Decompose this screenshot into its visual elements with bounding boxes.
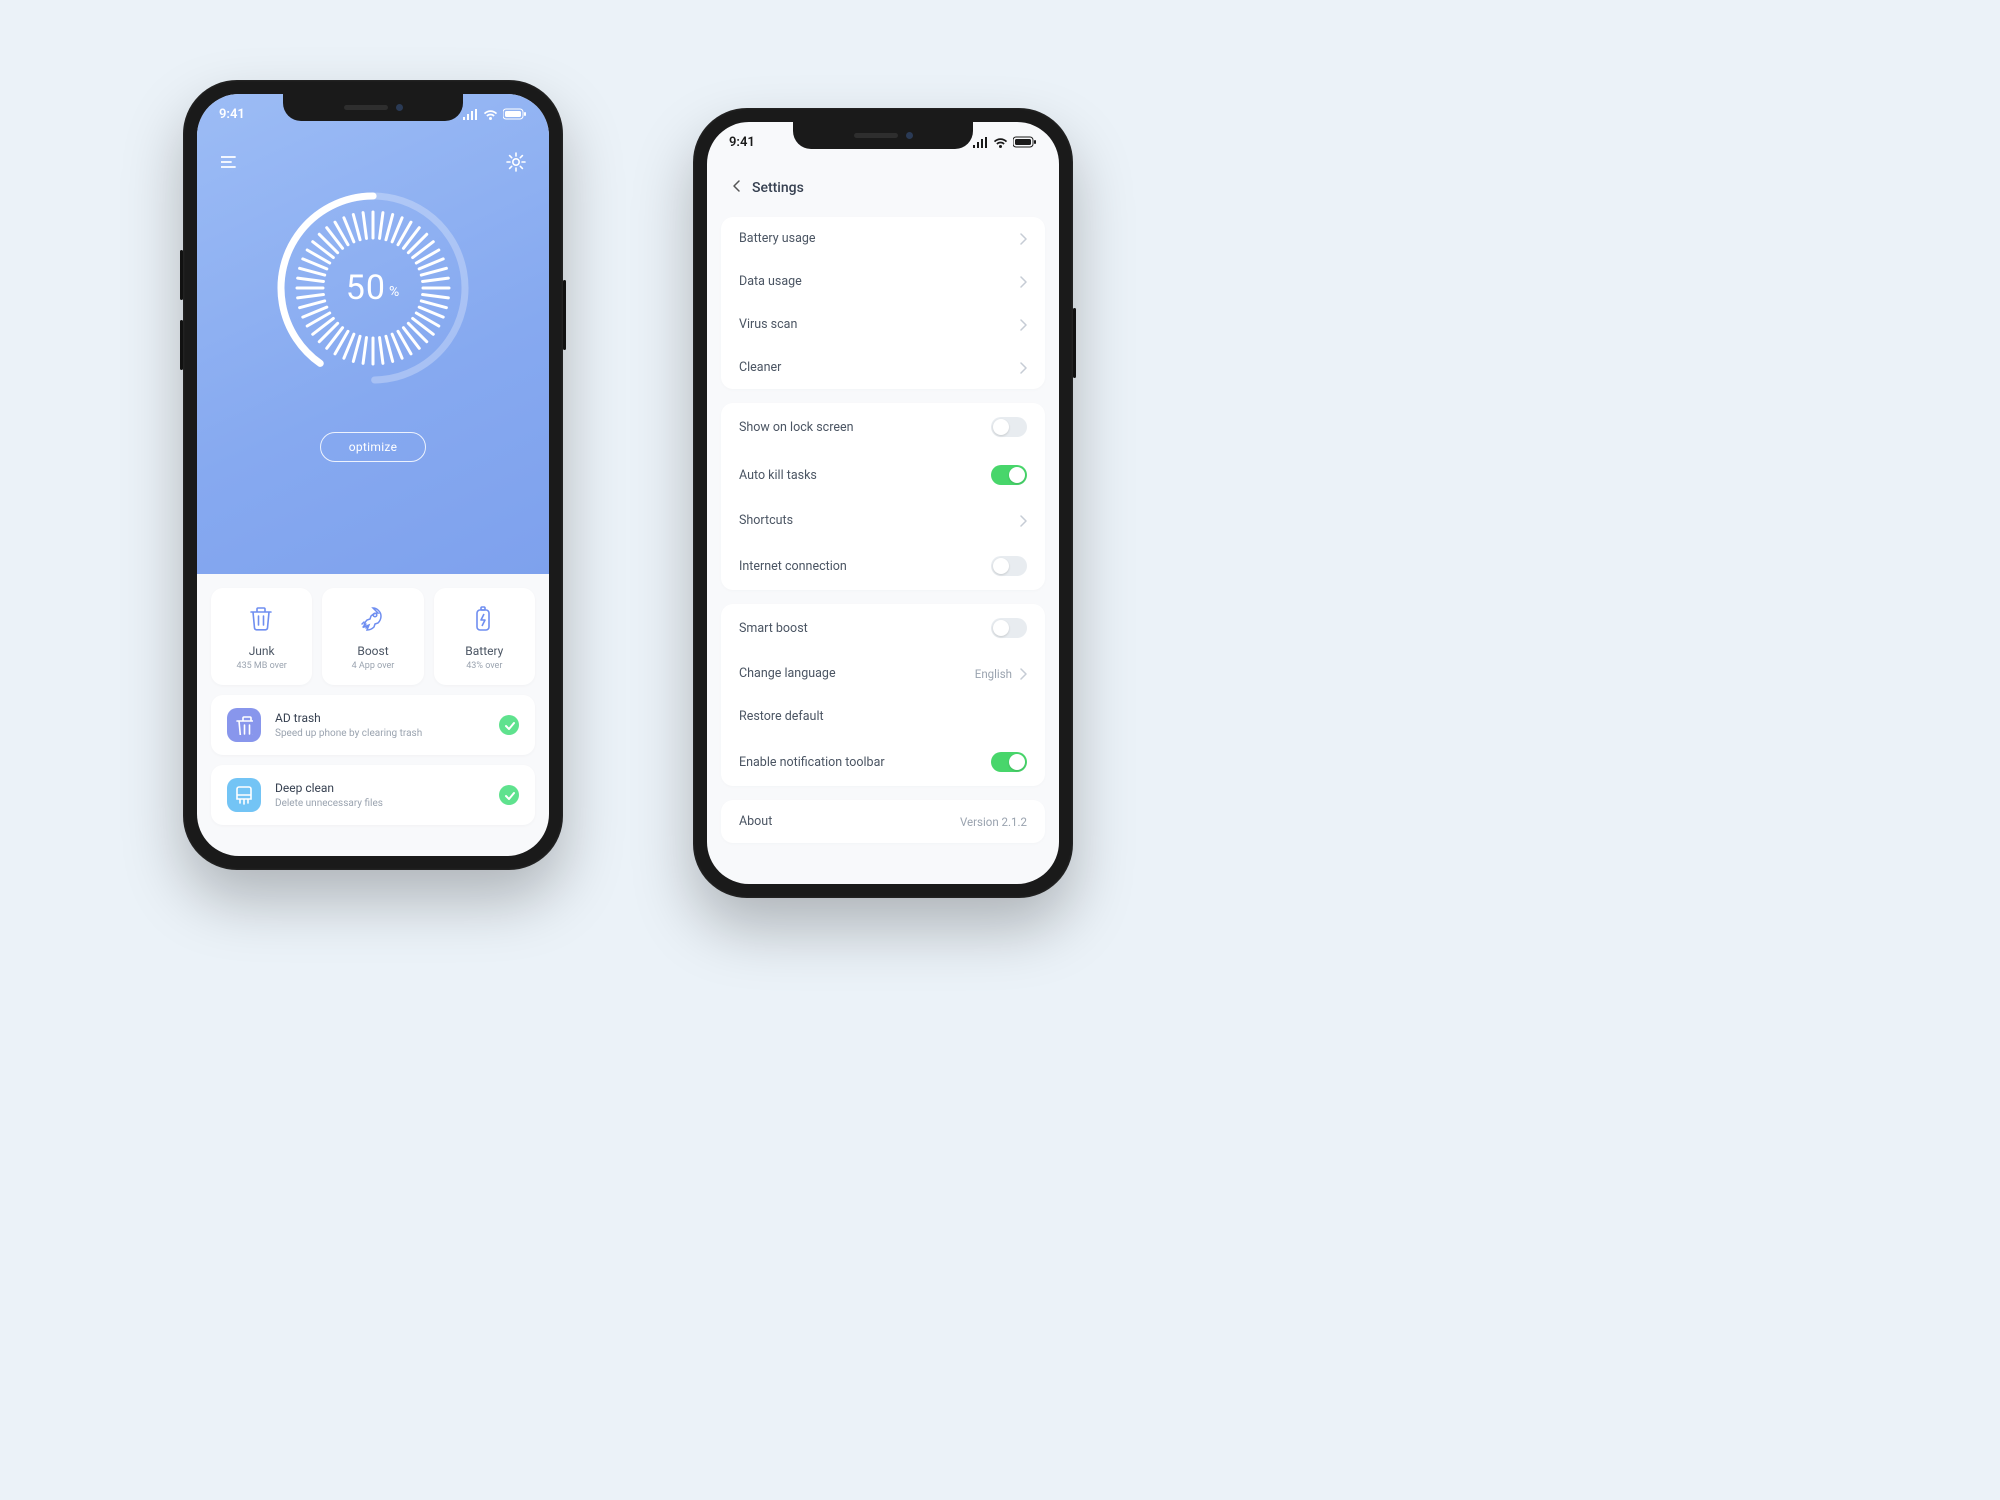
signal-icon: [972, 137, 988, 148]
trash-icon: [227, 708, 261, 742]
gauge-unit: %: [389, 284, 400, 300]
row-label: Auto kill tasks: [739, 468, 817, 483]
row-label: Change language: [739, 666, 836, 681]
chevron-right-icon: [1018, 361, 1027, 374]
settings-row-change-language[interactable]: Change language English: [721, 652, 1045, 695]
row-label: Cleaner: [739, 360, 781, 375]
settings-group-0: Battery usage Data usage Virus scan Cleaner: [721, 217, 1045, 389]
hero-panel: 50% optimize: [197, 94, 549, 574]
summary-cards: Junk 435 MB over Boost 4 App over Battery 43%…: [197, 574, 549, 695]
row-title: Deep clean: [275, 781, 485, 795]
status-time: 9:41: [729, 135, 755, 150]
wifi-icon: [483, 109, 498, 120]
settings-row-show-on-lock-screen[interactable]: Show on lock screen: [721, 403, 1045, 451]
optimize-button[interactable]: optimize: [320, 432, 427, 462]
row-label: About: [739, 814, 772, 829]
check-icon: [499, 785, 519, 805]
battery-status-icon: [503, 108, 527, 120]
settings-row-shortcuts[interactable]: Shortcuts: [721, 499, 1045, 542]
usage-gauge: 50%: [273, 188, 473, 388]
gear-icon: [505, 151, 527, 173]
phone-home: 9:41: [183, 80, 563, 870]
wifi-icon: [993, 137, 1008, 148]
row-label: Enable notification toolbar: [739, 755, 885, 770]
chevron-left-icon: [731, 179, 742, 193]
row-label: Virus scan: [739, 317, 797, 332]
phone-settings: 9:41 Settings Battery usage Data usage Vir…: [693, 108, 1073, 898]
card-title: Battery: [465, 644, 503, 658]
settings-row-smart-boost[interactable]: Smart boost: [721, 604, 1045, 652]
settings-group-3: About Version 2.1.2: [721, 800, 1045, 843]
row-label: Internet connection: [739, 559, 847, 574]
row-label: Show on lock screen: [739, 420, 853, 435]
toggle-smart-boost[interactable]: [991, 618, 1027, 638]
notch: [793, 122, 973, 149]
settings-group-2: Smart boost Change language English Restore…: [721, 604, 1045, 786]
battery-status-icon: [1013, 136, 1037, 148]
toggle-internet-connection[interactable]: [991, 556, 1027, 576]
row-title: AD trash: [275, 711, 485, 725]
summary-card-junk[interactable]: Junk 435 MB over: [211, 588, 312, 685]
menu-button[interactable]: [219, 151, 241, 173]
check-icon: [499, 715, 519, 735]
settings-row-enable-notification-toolbar[interactable]: Enable notification toolbar: [721, 738, 1045, 786]
row-label: Restore default: [739, 709, 824, 724]
settings-group-1: Show on lock screen Auto kill tasks Shortc…: [721, 403, 1045, 590]
settings-row-auto-kill-tasks[interactable]: Auto kill tasks: [721, 451, 1045, 499]
card-title: Junk: [249, 644, 275, 658]
chevron-right-icon: [1018, 667, 1027, 680]
card-sub: 435 MB over: [237, 661, 287, 671]
row-meta: Version 2.1.2: [960, 815, 1027, 829]
toggle-show-on-lock-screen[interactable]: [991, 417, 1027, 437]
row-sub: Speed up phone by clearing trash: [275, 728, 485, 739]
row-label: Shortcuts: [739, 513, 793, 528]
settings-row-data-usage[interactable]: Data usage: [721, 260, 1045, 303]
chevron-right-icon: [1018, 275, 1027, 288]
page-title: Settings: [752, 180, 804, 196]
card-sub: 43% over: [466, 661, 502, 671]
row-label: Data usage: [739, 274, 802, 289]
chevron-right-icon: [1018, 514, 1027, 527]
settings-row-restore-default[interactable]: Restore default: [721, 695, 1045, 738]
row-label: Smart boost: [739, 621, 808, 636]
menu-icon: [221, 156, 239, 169]
status-time: 9:41: [219, 107, 245, 122]
signal-icon: [462, 109, 478, 120]
chevron-right-icon: [1018, 318, 1027, 331]
settings-row-about[interactable]: About Version 2.1.2: [721, 800, 1045, 843]
row-meta: English: [975, 667, 1012, 681]
settings-row-internet-connection[interactable]: Internet connection: [721, 542, 1045, 590]
settings-row-virus-scan[interactable]: Virus scan: [721, 303, 1045, 346]
summary-card-boost[interactable]: Boost 4 App over: [322, 588, 423, 685]
settings-row-battery-usage[interactable]: Battery usage: [721, 217, 1045, 260]
action-row-ad-trash[interactable]: AD trash Speed up phone by clearing trash: [211, 695, 535, 755]
toggle-auto-kill-tasks[interactable]: [991, 465, 1027, 485]
settings-row-cleaner[interactable]: Cleaner: [721, 346, 1045, 389]
summary-card-battery[interactable]: Battery 43% over: [434, 588, 535, 685]
card-title: Boost: [357, 644, 388, 658]
row-sub: Delete unnecessary files: [275, 798, 485, 809]
brush-icon: [227, 778, 261, 812]
rocket-icon: [358, 604, 388, 634]
row-label: Battery usage: [739, 231, 816, 246]
settings-button[interactable]: [505, 151, 527, 173]
card-sub: 4 App over: [352, 661, 395, 671]
chevron-right-icon: [1018, 232, 1027, 245]
notch: [283, 94, 463, 121]
actions-list: AD trash Speed up phone by clearing trash…: [197, 695, 549, 825]
trash-icon: [247, 604, 277, 634]
action-row-deep-clean[interactable]: Deep clean Delete unnecessary files: [211, 765, 535, 825]
gauge-percent: 50: [346, 268, 386, 308]
battery-icon: [469, 604, 499, 634]
toggle-enable-notification-toolbar[interactable]: [991, 752, 1027, 772]
back-button[interactable]: [727, 174, 746, 201]
